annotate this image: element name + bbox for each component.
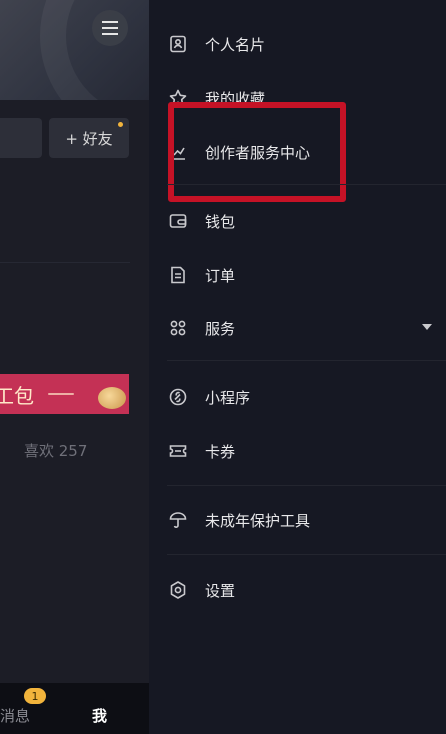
settings-icon — [167, 579, 189, 601]
side-drawer-menu: 个人名片 我的收藏 创作者服务中心 钱包 订单 服务 小程序 卡券 未成年保护工… — [149, 0, 446, 734]
banner-decoration — [48, 393, 74, 395]
divider — [167, 360, 446, 361]
divider — [0, 262, 130, 263]
menu-item-services[interactable]: 服务 — [167, 314, 235, 342]
notification-dot — [118, 122, 123, 127]
menu-item-mini-programs[interactable]: 小程序 — [167, 383, 250, 411]
red-packet-banner[interactable]: 工包 — [0, 374, 129, 414]
menu-item-label: 服务 — [205, 319, 236, 338]
add-friend-button[interactable]: + 好友 — [49, 118, 129, 158]
nav-messages[interactable]: 消息 — [0, 705, 30, 726]
menu-item-label: 卡券 — [205, 442, 236, 461]
divider — [167, 554, 446, 555]
edit-profile-button[interactable] — [0, 118, 42, 158]
chevron-down-icon[interactable] — [422, 324, 432, 330]
divider — [167, 485, 446, 486]
likes-tab[interactable]: 喜欢 257 — [24, 440, 87, 461]
menu-item-business-card[interactable]: 个人名片 — [167, 30, 265, 58]
menu-item-coupons[interactable]: 卡券 — [167, 437, 235, 465]
highlight-box — [168, 102, 346, 202]
menu-item-label: 订单 — [205, 266, 236, 285]
divider — [167, 184, 446, 185]
menu-item-label: 设置 — [205, 581, 236, 600]
nav-me[interactable]: 我 — [92, 705, 107, 726]
hamburger-icon[interactable] — [92, 10, 128, 46]
menu-item-orders[interactable]: 订单 — [167, 261, 235, 289]
menu-item-label: 未成年保护工具 — [205, 511, 311, 530]
menu-item-settings[interactable]: 设置 — [167, 576, 235, 604]
wallet-icon — [167, 210, 189, 232]
menu-item-label: 小程序 — [205, 388, 251, 407]
banner-text: 工包 — [0, 383, 34, 408]
messages-badge: 1 — [24, 688, 46, 704]
add-friend-label: + 好友 — [65, 129, 113, 148]
umbrella-icon — [167, 509, 189, 531]
link-icon — [167, 386, 189, 408]
menu-item-label: 个人名片 — [205, 35, 266, 54]
menu-item-wallet[interactable]: 钱包 — [167, 207, 235, 235]
coin-icon — [98, 387, 126, 409]
menu-item-minor-protection[interactable]: 未成年保护工具 — [167, 506, 310, 534]
profile-cover — [0, 0, 149, 100]
ticket-icon — [167, 440, 189, 462]
order-icon — [167, 264, 189, 286]
menu-item-label: 钱包 — [205, 212, 236, 231]
profile-page-background: + 好友 工包 喜欢 257 1 消息 我 — [0, 0, 149, 734]
bottom-nav: 1 消息 我 — [0, 683, 149, 734]
id-card-icon — [167, 33, 189, 55]
grid-icon — [167, 317, 189, 339]
